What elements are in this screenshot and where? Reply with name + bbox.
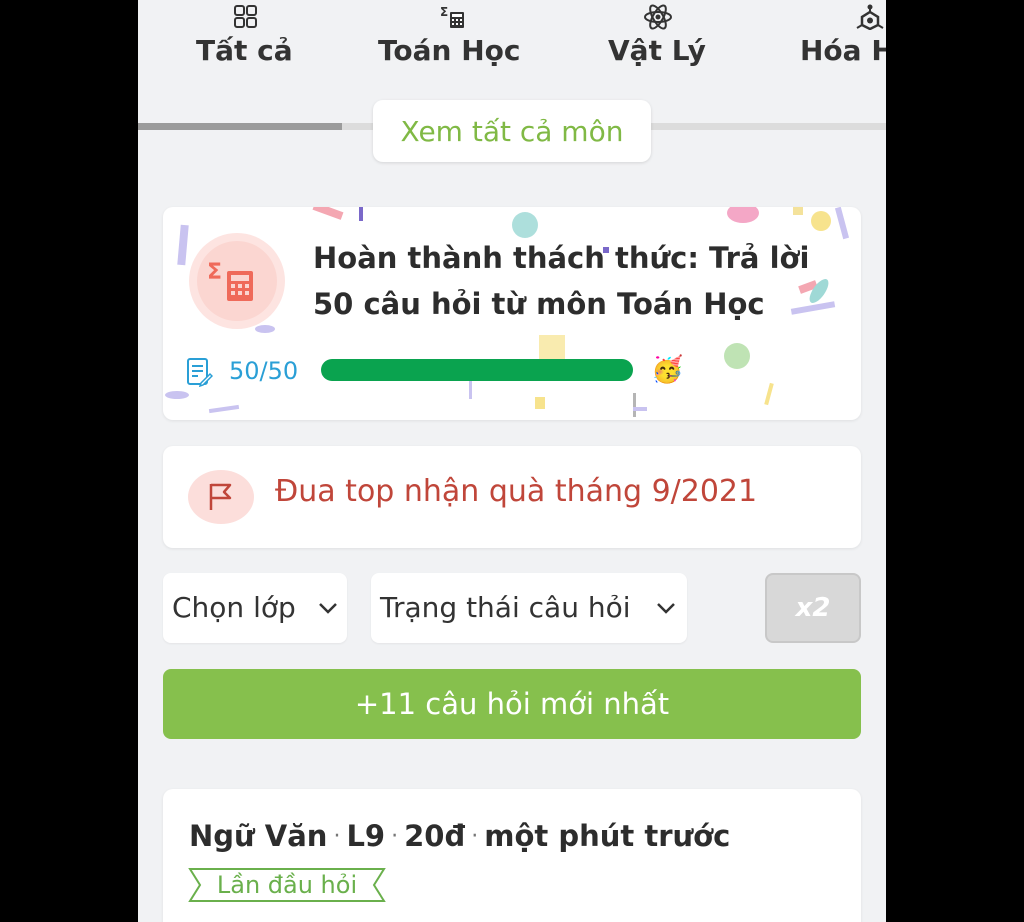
challenge-title: Hoàn thành thách thức: Trả lời 50 câu hỏ…: [313, 235, 833, 327]
atom-icon: [644, 4, 672, 30]
question-subject: Ngữ Văn: [189, 819, 328, 853]
multiplier-button[interactable]: x2: [765, 573, 861, 643]
monthly-race-banner[interactable]: Đua top nhận quà tháng 9/2021: [163, 446, 861, 548]
svg-text:Σ: Σ: [207, 260, 222, 285]
party-face-icon: 🥳: [651, 355, 684, 385]
app-screen: Tất cả Σ Toán Học Vật Lý Hóa H Xem tất c…: [138, 0, 886, 922]
tab-physics-label: Vật Lý: [608, 34, 706, 67]
molecule-icon: [856, 4, 884, 30]
see-all-subjects-button[interactable]: Xem tất cả môn: [373, 100, 651, 162]
status-select-label: Trạng thái câu hỏi: [380, 591, 631, 624]
challenge-title-line1: Hoàn thành thách thức: Trả lời: [313, 241, 810, 275]
class-select[interactable]: Chọn lớp: [163, 573, 347, 643]
question-grade: L9: [346, 819, 386, 853]
new-questions-button[interactable]: +11 câu hỏi mới nhất: [163, 669, 861, 739]
tab-chemistry-label: Hóa H: [800, 34, 886, 67]
calculator-icon: Σ: [207, 260, 253, 301]
svg-text:Σ: Σ: [440, 5, 448, 19]
subject-tabs: Tất cả Σ Toán Học Vật Lý Hóa H: [138, 0, 886, 80]
chevron-down-icon: [657, 603, 675, 614]
flag-icon: [209, 483, 232, 510]
race-icon-badge: [188, 470, 254, 524]
question-card[interactable]: Ngữ Văn · L9 · 20đ · một phút trước Lần đầu hỏ…: [163, 789, 861, 922]
first-time-tag: Lần đầu hỏi: [188, 867, 386, 903]
question-time: một phút trước: [484, 819, 731, 853]
question-meta: Ngữ Văn · L9 · 20đ · một phút trước: [189, 819, 731, 853]
first-time-tag-label: Lần đầu hỏi: [216, 871, 358, 899]
tab-all-label: Tất cả: [196, 34, 293, 67]
challenge-progress-bar: [321, 359, 633, 381]
question-status-select[interactable]: Trạng thái câu hỏi: [371, 573, 687, 643]
document-edit-icon: [187, 358, 213, 387]
class-select-label: Chọn lớp: [172, 591, 296, 624]
challenge-title-line2: 50 câu hỏi từ môn Toán Học: [313, 287, 765, 321]
chevron-down-icon: [319, 603, 337, 614]
challenge-progress-count: 50/50: [229, 357, 299, 385]
tabs-scroll-thumb[interactable]: [138, 123, 342, 130]
calculator-icon: Σ: [440, 5, 464, 28]
challenge-icon-badge: Σ: [189, 233, 285, 329]
race-label: Đua top nhận quà tháng 9/2021: [275, 474, 758, 509]
tab-math-label: Toán Học: [378, 34, 521, 67]
question-points: 20đ: [404, 819, 466, 853]
grid-icon: [234, 5, 257, 28]
challenge-card[interactable]: Σ Hoàn thành thách thức: Trả lời 50 câu …: [163, 207, 861, 420]
